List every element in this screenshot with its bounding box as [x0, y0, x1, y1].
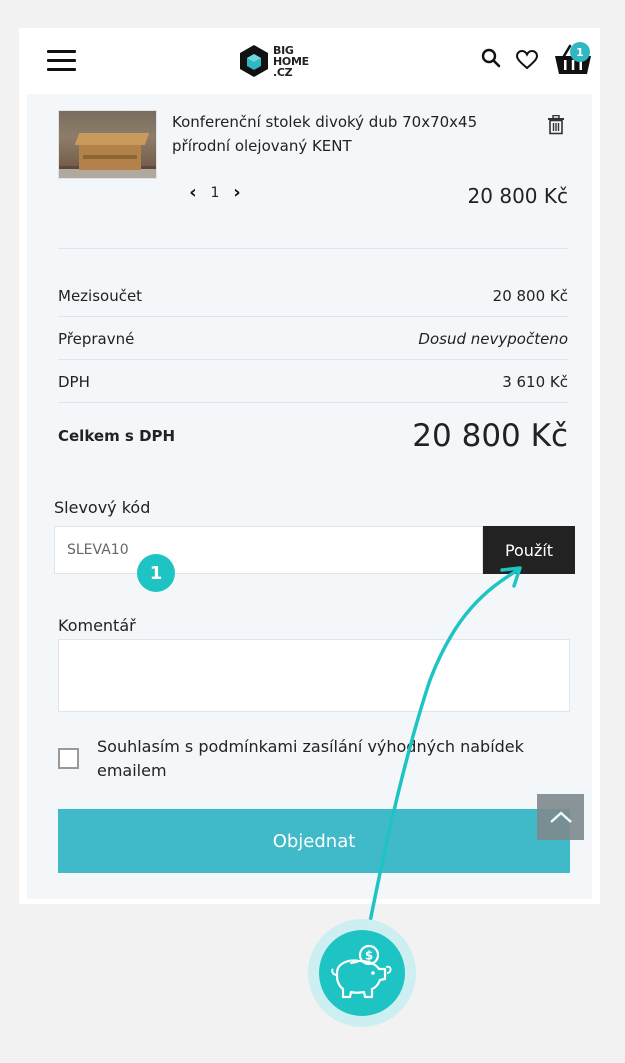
- hamburger-menu-icon[interactable]: [47, 50, 77, 74]
- cart-content: Konferenční stolek divoký dub 70x70x45 p…: [27, 94, 592, 899]
- cart-count-badge: 1: [570, 42, 590, 62]
- mobile-screen: BIG HOME .CZ 1 Konferenční stolek divoký…: [19, 28, 600, 904]
- logo-cube-icon: [240, 45, 268, 77]
- quantity-value: 1: [210, 184, 220, 201]
- total-label: Celkem s DPH: [58, 427, 176, 445]
- svg-text:$: $: [365, 949, 373, 963]
- logo[interactable]: BIG HOME .CZ: [239, 41, 309, 81]
- coupon-label: Slevový kód: [54, 498, 151, 517]
- total-row: Celkem s DPH 20 800 Kč: [58, 406, 568, 466]
- logo-line-1: BIG: [273, 43, 294, 57]
- comment-textarea[interactable]: [58, 639, 570, 712]
- subtotal-label: Mezisoučet: [58, 286, 143, 305]
- coupon-code-input[interactable]: SLEVA10: [54, 526, 483, 574]
- quantity-stepper: ‹ 1 ›: [183, 182, 247, 203]
- logo-line-2: HOME: [273, 54, 309, 68]
- vat-row: DPH 3 610 Kč: [58, 360, 568, 403]
- newsletter-consent-checkbox[interactable]: [58, 748, 79, 769]
- scroll-to-top-button[interactable]: [537, 794, 584, 840]
- decrease-quantity-button[interactable]: ‹: [183, 182, 203, 203]
- product-image[interactable]: [58, 110, 157, 179]
- product-price: 20 800 Kč: [467, 184, 568, 208]
- vat-value: 3 610 Kč: [502, 372, 568, 391]
- vat-label: DPH: [58, 372, 90, 391]
- total-value: 20 800 Kč: [412, 418, 568, 454]
- subtotal-row: Mezisoučet 20 800 Kč: [58, 274, 568, 317]
- logo-line-3: .CZ: [273, 65, 293, 79]
- search-icon[interactable]: [481, 48, 501, 70]
- comment-label: Komentář: [58, 616, 136, 635]
- shipping-row: Přepravné Dosud nevypočteno: [58, 317, 568, 360]
- step-number-badge: 1: [137, 554, 175, 592]
- divider: [58, 402, 568, 403]
- site-header: BIG HOME .CZ 1: [19, 28, 600, 94]
- product-name[interactable]: Konferenční stolek divoký dub 70x70x45 p…: [172, 110, 522, 158]
- newsletter-consent-label[interactable]: Souhlasím s podmínkami zasílání výhodnýc…: [97, 735, 557, 783]
- cart-item: Konferenční stolek divoký dub 70x70x45 p…: [58, 110, 568, 230]
- savings-badge: $: [319, 930, 405, 1016]
- order-button[interactable]: Objednat: [58, 809, 570, 873]
- chevron-up-icon: [549, 811, 572, 823]
- divider: [58, 248, 568, 249]
- shipping-label: Přepravné: [58, 329, 135, 348]
- piggy-bank-coin-icon: $: [331, 944, 392, 999]
- increase-quantity-button[interactable]: ›: [227, 182, 247, 203]
- shipping-value: Dosud nevypočteno: [418, 329, 568, 348]
- subtotal-value: 20 800 Kč: [492, 286, 568, 305]
- apply-coupon-button[interactable]: Použít: [483, 526, 575, 574]
- trash-icon[interactable]: [547, 115, 565, 135]
- heart-icon[interactable]: [516, 50, 538, 70]
- logo-text: BIG HOME .CZ: [273, 45, 309, 78]
